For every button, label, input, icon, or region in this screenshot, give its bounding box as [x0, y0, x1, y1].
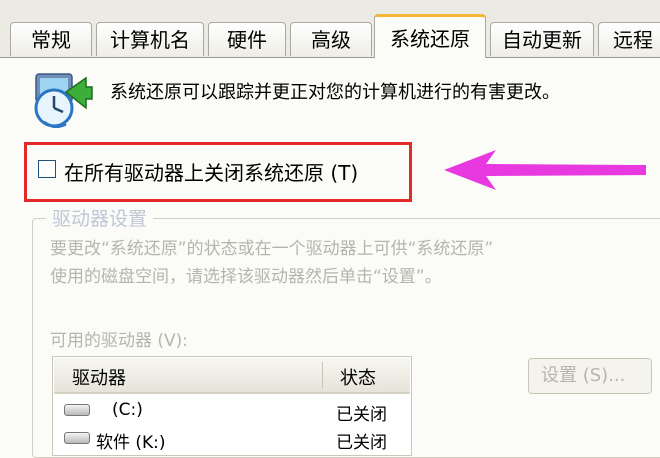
- tab-advanced[interactable]: 高级: [290, 22, 372, 56]
- drive-icon: [64, 404, 90, 416]
- column-separator[interactable]: [322, 362, 323, 388]
- drive-settings-title: 驱动器设置: [46, 204, 154, 231]
- turn-off-system-restore-label[interactable]: 在所有驱动器上关闭系统还原 (T): [64, 157, 358, 186]
- turn-off-system-restore-checkbox[interactable]: [38, 160, 56, 178]
- column-header-drive[interactable]: 驱动器: [72, 364, 126, 390]
- tab-automatic-updates[interactable]: 自动更新: [490, 22, 594, 56]
- arrow-left-icon: [444, 150, 646, 190]
- system-restore-icon: [34, 73, 93, 129]
- settings-button[interactable]: 设置 (S)...: [528, 358, 652, 394]
- tab-underline: [0, 57, 660, 58]
- tab-system-restore[interactable]: 系统还原: [374, 14, 486, 58]
- drive-status-c[interactable]: 已关闭: [336, 400, 387, 425]
- drive-settings-info-line-1: 要更改“系统还原”的状态或在一个驱动器上可供“系统还原”: [50, 239, 494, 259]
- drive-icon: [64, 432, 90, 444]
- tab-strip: 常规 计算机名 硬件 高级 系统还原 自动更新 远程: [0, 0, 660, 58]
- drive-settings-info-line-2: 使用的磁盘空间，请选择该驱动器然后单击“设置”。: [50, 267, 442, 287]
- column-header-status[interactable]: 状态: [340, 364, 376, 390]
- tab-general[interactable]: 常规: [10, 22, 92, 56]
- description-text: 系统还原可以跟踪并更正对您的计算机进行的有害更改。: [110, 82, 560, 103]
- drive-status-k[interactable]: 已关闭: [336, 428, 387, 453]
- tab-hardware[interactable]: 硬件: [208, 22, 286, 56]
- drive-name-k[interactable]: 软件 (K:): [96, 428, 166, 453]
- drive-name-c[interactable]: (C:): [112, 400, 143, 420]
- tab-remote[interactable]: 远程: [598, 22, 660, 56]
- tab-computer-name[interactable]: 计算机名: [96, 22, 204, 56]
- available-drives-label: 可用的驱动器 (V):: [50, 331, 189, 351]
